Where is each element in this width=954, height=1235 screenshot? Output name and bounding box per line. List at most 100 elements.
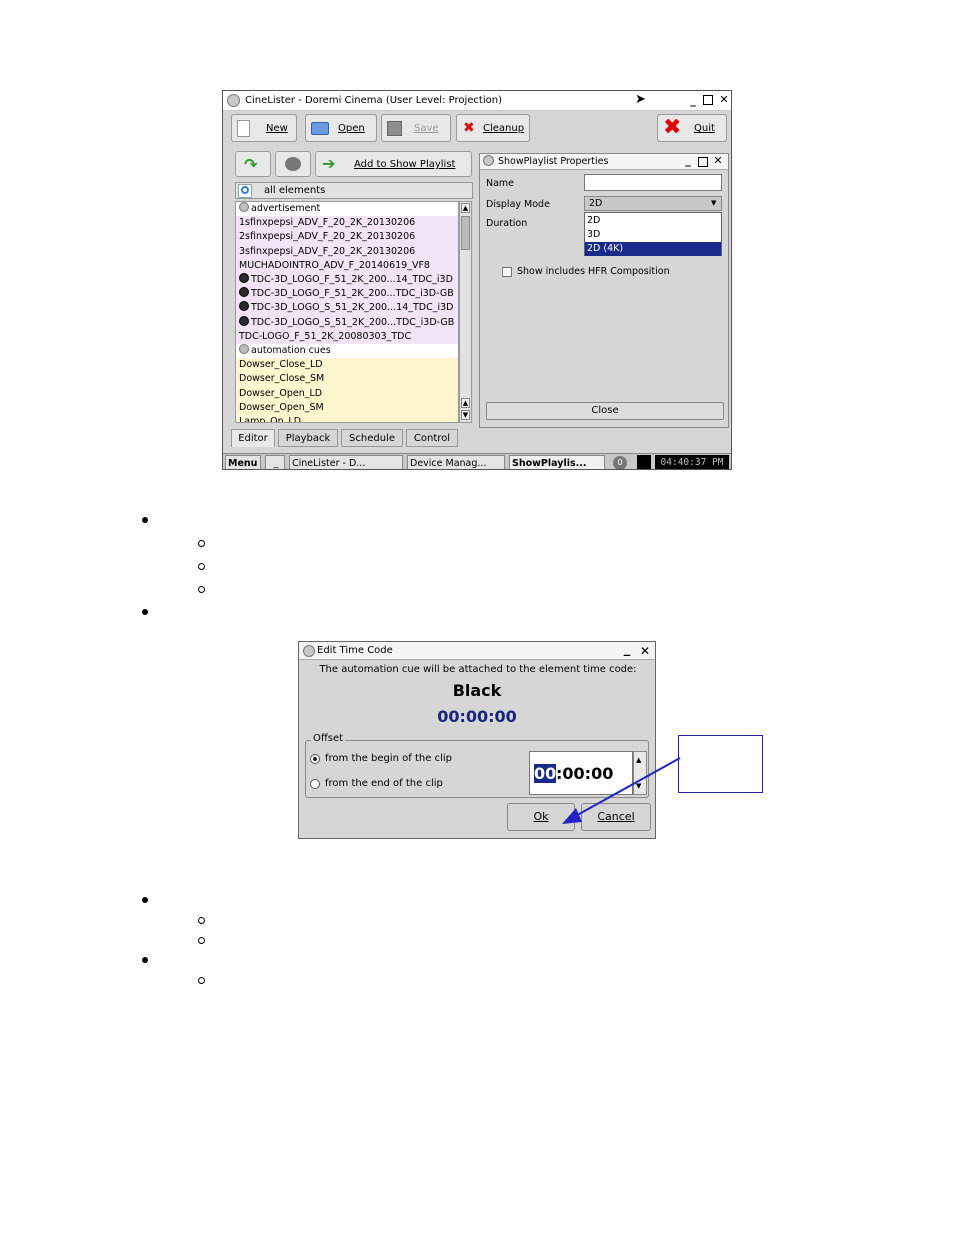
list-item[interactable]: 2sfinxpepsi_ADV_F_20_2K_20130206 [236,230,458,245]
cleanup-button[interactable]: ✖ Cleanup [456,114,530,142]
add-to-playlist-button[interactable]: ➔ Add to Show Playlist [315,151,472,177]
arrow-line [571,757,681,819]
properties-title: ShowPlaylist Properties [498,156,609,167]
3d-ball-icon [239,301,249,312]
dialog-titlebar: Edit Time Code _ ✕ [299,642,655,660]
minimize-icon[interactable]: _ [687,95,699,107]
option-begin-label: from the begin of the clip [325,753,452,764]
option-2d-4k[interactable]: 2D (4K) [585,242,721,256]
taskbar-clock: 04:40:37 PM [655,455,729,469]
list-item[interactable]: Dowser_Close_SM [236,372,458,387]
show-desktop-icon[interactable]: _ [265,455,285,469]
ok-label: Ok [533,810,549,823]
radio-begin[interactable] [310,754,320,764]
dialog-message: The automation cue will be attached to t… [319,664,637,675]
list-item[interactable]: automation cues [236,344,458,359]
tab-editor[interactable]: Editor [231,429,275,447]
taskbar: Menu _ CineLister - D... Device Manag...… [223,453,731,469]
list-item[interactable]: TDC-3D_LOGO_S_51_2K_200...14_TDC_i3D [236,301,458,316]
scroll-up-lower-icon[interactable]: ▲ [461,398,470,408]
option-2d[interactable]: 2D [585,214,721,228]
properties-titlebar: ShowPlaylist Properties _ ✕ [480,154,728,170]
new-button[interactable]: New [231,114,297,142]
list-item-label: Dowser_Close_LD [239,359,323,371]
hfr-checkbox[interactable] [502,267,512,277]
taskbar-item-showplaylist[interactable]: ShowPlaylis... [509,455,605,469]
props-minimize-icon[interactable]: _ [682,155,694,167]
group-button[interactable] [275,151,311,177]
dialog-close-icon[interactable]: ✕ [639,645,651,657]
list-item-label: Lamp_On_LD [239,416,302,423]
list-item-label: TDC-3D_LOGO_F_51_2K_200...TDC_i3D-GB [251,288,454,300]
props-close-icon[interactable]: ✕ [712,155,724,167]
new-label: New [266,123,288,134]
list-item-label: TDC-3D_LOGO_S_51_2K_200...14_TDC_i3D [251,302,454,314]
filter-label: all elements [264,185,326,196]
list-item[interactable]: TDC-3D_LOGO_F_51_2K_200...14_TDC_i3D [236,273,458,288]
radio-end[interactable] [310,779,320,789]
list-item[interactable]: TDC-3D_LOGO_F_51_2K_200...TDC_i3D-GB [236,287,458,302]
close-icon[interactable]: ✕ [718,94,730,106]
list-item-label: 3sfinxpepsi_ADV_F_20_2K_20130206 [239,245,416,257]
list-item[interactable]: 3sfinxpepsi_ADV_F_20_2K_20130206 [236,244,458,259]
name-input[interactable] [584,174,722,191]
props-maximize-icon[interactable] [698,157,708,167]
3d-ball-icon [239,287,249,298]
notification-badge[interactable]: 0 [613,456,627,469]
quit-button[interactable]: ✖ Quit [657,114,727,142]
list-item[interactable]: 1sfinxpepsi_ADV_F_20_2K_20130206 [236,216,458,231]
list-item[interactable]: TDC-LOGO_F_51_2K_20080303_TDC [236,329,458,344]
save-button[interactable]: Save [381,114,451,142]
open-label: Open [338,123,365,134]
display-mode-value: 2D [589,198,603,209]
bullet [142,609,148,615]
callout-arrow [562,757,681,824]
refresh-button[interactable]: ↷ [235,151,271,177]
clips-icon [285,157,301,171]
tab-control[interactable]: Control [406,429,458,447]
open-button[interactable]: Open [305,114,377,142]
list-item-label: 2sfinxpepsi_ADV_F_20_2K_20130206 [239,231,416,243]
cleanup-icon: ✖ [463,120,475,136]
display-mode-dropdown[interactable]: 2D 3D 2D (4K) [584,212,722,256]
scroll-down-icon[interactable]: ▼ [461,410,470,420]
arrow-head [562,808,582,824]
add-to-playlist-label: Add to Show Playlist [354,159,456,170]
close-button[interactable]: Close [486,402,724,420]
display-mode-select[interactable]: 2D ▼ [584,196,722,211]
tab-playback[interactable]: Playback [278,429,338,447]
taskbar-item-cinelister[interactable]: CineLister - D... [289,455,403,469]
elements-list[interactable]: advertisement 1sfinxpepsi_ADV_F_20_2K_201… [235,201,459,423]
list-scrollbar[interactable]: ▲ ▲ ▼ [459,201,472,423]
list-item[interactable]: advertisement [236,202,458,217]
sub-bullet [198,977,205,984]
list-item-label: TDC-3D_LOGO_S_51_2K_200...TDC_i3D-GB [251,316,455,328]
scroll-thumb[interactable] [461,216,470,250]
list-item[interactable]: Dowser_Open_SM [236,400,458,415]
name-label: Name [486,178,515,189]
offset-label: Offset [311,733,346,744]
quit-label: Quit [694,123,715,134]
option-3d[interactable]: 3D [585,228,721,242]
maximize-icon[interactable] [703,95,713,105]
display-mode-label: Display Mode [486,199,550,210]
list-item[interactable]: MUCHADOINTRO_ADV_F_20140619_VF8 [236,258,458,273]
scroll-up-icon[interactable]: ▲ [461,203,470,213]
list-item[interactable]: Dowser_Open_LD [236,386,458,401]
bullet [142,957,148,963]
tab-schedule[interactable]: Schedule [341,429,403,447]
folder-icon [311,122,329,135]
filter-bar[interactable]: all elements [235,182,473,199]
sub-bullet [198,917,205,924]
list-item[interactable]: TDC-3D_LOGO_S_51_2K_200...TDC_i3D-GB [236,315,458,330]
chevron-down-icon: ▼ [711,199,717,207]
menu-button[interactable]: Menu [225,455,261,469]
list-item[interactable]: Lamp_On_LD [236,415,458,423]
list-item[interactable]: Dowser_Close_LD [236,358,458,373]
cinelister-window: CineLister - Doremi Cinema (User Level: … [222,90,732,470]
dialog-minimize-icon[interactable]: _ [621,643,633,656]
3d-ball-icon [239,273,249,283]
3d-ball-icon [239,315,249,326]
taskbar-item-device-manager[interactable]: Device Manag... [407,455,505,469]
list-item-label: Dowser_Open_LD [239,387,323,399]
